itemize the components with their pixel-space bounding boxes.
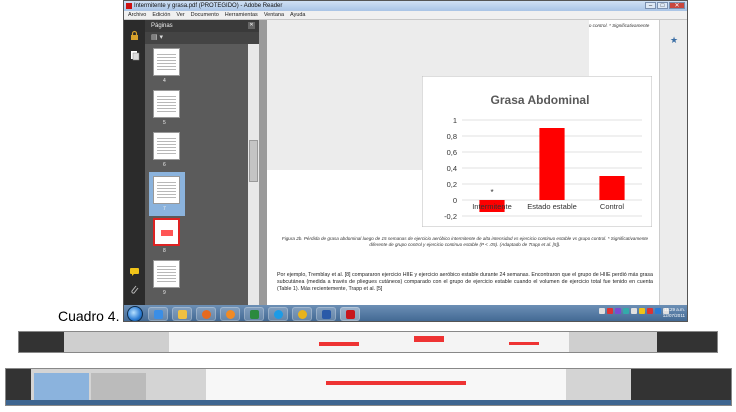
adobe-reader-task-icon[interactable] — [340, 307, 360, 321]
page-number: 9 — [163, 290, 166, 296]
window-title: Intermitente y grasa.pdf (PROTEGIDO) - A… — [134, 3, 283, 9]
y-tick-label: 0,4 — [447, 164, 457, 173]
x-category-label: Intermitente — [472, 202, 512, 211]
tray-icon[interactable] — [631, 308, 637, 314]
menu-archivo[interactable]: Archivo — [128, 11, 146, 19]
y-tick-label: 1 — [453, 116, 457, 125]
scrollbar-thumb[interactable] — [249, 140, 258, 182]
media-player-icon[interactable] — [220, 307, 240, 321]
grasa-abdominal-chart: Grasa Abdominal -0,2 0 0,2 0,4 0,6 0,8 1 * Int… — [422, 76, 652, 227]
chart-title: Grasa Abdominal — [491, 93, 590, 107]
menu-edicion[interactable]: Edición — [152, 11, 170, 19]
menu-ver[interactable]: Ver — [176, 11, 184, 19]
document-area: Figura 2a. Pérdida de grasa subcutánea l… — [259, 20, 660, 305]
x-category-label: Estado estable — [527, 202, 577, 211]
page-thumbnail[interactable] — [153, 218, 180, 246]
figure-label: Cuadro 4. — [58, 308, 120, 324]
pdf-page: Figura 2a. Pérdida de grasa subcutánea l… — [267, 20, 660, 305]
lock-icon[interactable] — [129, 28, 140, 40]
y-tick-label: 0,6 — [447, 148, 457, 157]
pin-icon[interactable]: ★ — [670, 36, 679, 45]
adobe-reader-icon — [126, 3, 132, 9]
system-tray — [599, 308, 669, 314]
x-category-label: Control — [600, 202, 625, 211]
excel-icon[interactable] — [244, 307, 264, 321]
page-thumbnail-selected[interactable] — [153, 176, 180, 204]
title-bar: Intermitente y grasa.pdf (PROTEGIDO) - A… — [124, 1, 687, 11]
menu-documento[interactable]: Documento — [191, 11, 219, 19]
taskbar-clock[interactable]: 11:29 a.m. 12/07/2011 — [663, 307, 685, 319]
bar-estado-estable — [539, 128, 565, 200]
menu-ayuda[interactable]: Ayuda — [290, 11, 306, 19]
page-thumbnail[interactable] — [153, 132, 180, 160]
page-number: 4 — [163, 78, 166, 84]
body-paragraph: Por ejemplo, Tremblay et al. [8] compara… — [277, 272, 653, 293]
pages-panel-title: Páginas — [151, 23, 173, 29]
windows-taskbar: 11:29 a.m. 12/07/2011 — [124, 305, 687, 321]
word-icon[interactable] — [316, 307, 336, 321]
y-tick-label: 0,2 — [447, 180, 457, 189]
start-button[interactable] — [127, 306, 143, 321]
skype-icon[interactable] — [268, 307, 288, 321]
tray-icon[interactable] — [623, 308, 629, 314]
pages-panel: Páginas ✕ ▤ ▾ 4 5 6 7 8 9 — [145, 20, 259, 305]
tray-icon[interactable] — [639, 308, 645, 314]
navigation-toolbar — [124, 20, 145, 305]
page-thumbnail[interactable] — [153, 48, 180, 76]
bar-control — [599, 176, 625, 200]
panel-scrollbar[interactable] — [248, 44, 259, 305]
chrome-icon[interactable] — [292, 307, 312, 321]
minimize-button[interactable]: – — [645, 2, 656, 9]
menu-bar: Archivo Edición Ver Documento Herramient… — [124, 11, 687, 20]
cropped-screenshot-strip — [18, 331, 718, 353]
right-task-pane: ★ — [659, 20, 687, 305]
menu-herramientas[interactable]: Herramientas — [225, 11, 258, 19]
significance-annotation: * — [490, 188, 493, 197]
page-number: 6 — [163, 162, 166, 168]
panel-options-icon[interactable]: ▤ ▾ — [145, 32, 259, 44]
close-panel-icon[interactable]: ✕ — [248, 22, 255, 29]
explorer-icon[interactable] — [172, 307, 192, 321]
pages-icon[interactable] — [129, 48, 140, 61]
tray-icon[interactable] — [615, 308, 621, 314]
page-thumbnail[interactable] — [153, 90, 180, 118]
pages-panel-header: Páginas ✕ — [145, 20, 259, 32]
page-number: 7 — [163, 206, 166, 212]
firefox-icon[interactable] — [196, 307, 216, 321]
volume-icon[interactable] — [655, 308, 661, 314]
page-thumbnail[interactable] — [153, 260, 180, 288]
y-tick-label: 0 — [453, 196, 457, 205]
tray-icon[interactable] — [647, 308, 653, 314]
ie-icon[interactable] — [148, 307, 168, 321]
y-tick-label: 0,8 — [447, 132, 457, 141]
y-tick-label: -0,2 — [444, 212, 457, 221]
attachment-icon[interactable] — [129, 282, 140, 294]
thumbnail-list: 4 5 6 7 8 9 — [145, 44, 248, 305]
desktop-screenshot: Intermitente y grasa.pdf (PROTEGIDO) - A… — [123, 0, 688, 322]
maximize-button[interactable]: □ — [657, 2, 668, 9]
comment-icon[interactable] — [129, 264, 140, 276]
menu-ventana[interactable]: Ventana — [264, 11, 284, 19]
page-number: 8 — [163, 248, 166, 254]
figure-2b-caption: Figura 2b. Pérdida de grasa abdominal lu… — [281, 236, 649, 247]
page-number: 5 — [163, 120, 166, 126]
tray-icon[interactable] — [599, 308, 605, 314]
cropped-screenshot-strip-large — [5, 368, 732, 406]
tray-icon[interactable] — [607, 308, 613, 314]
close-button[interactable]: ✕ — [669, 2, 685, 9]
clock-date: 12/07/2011 — [662, 313, 685, 318]
